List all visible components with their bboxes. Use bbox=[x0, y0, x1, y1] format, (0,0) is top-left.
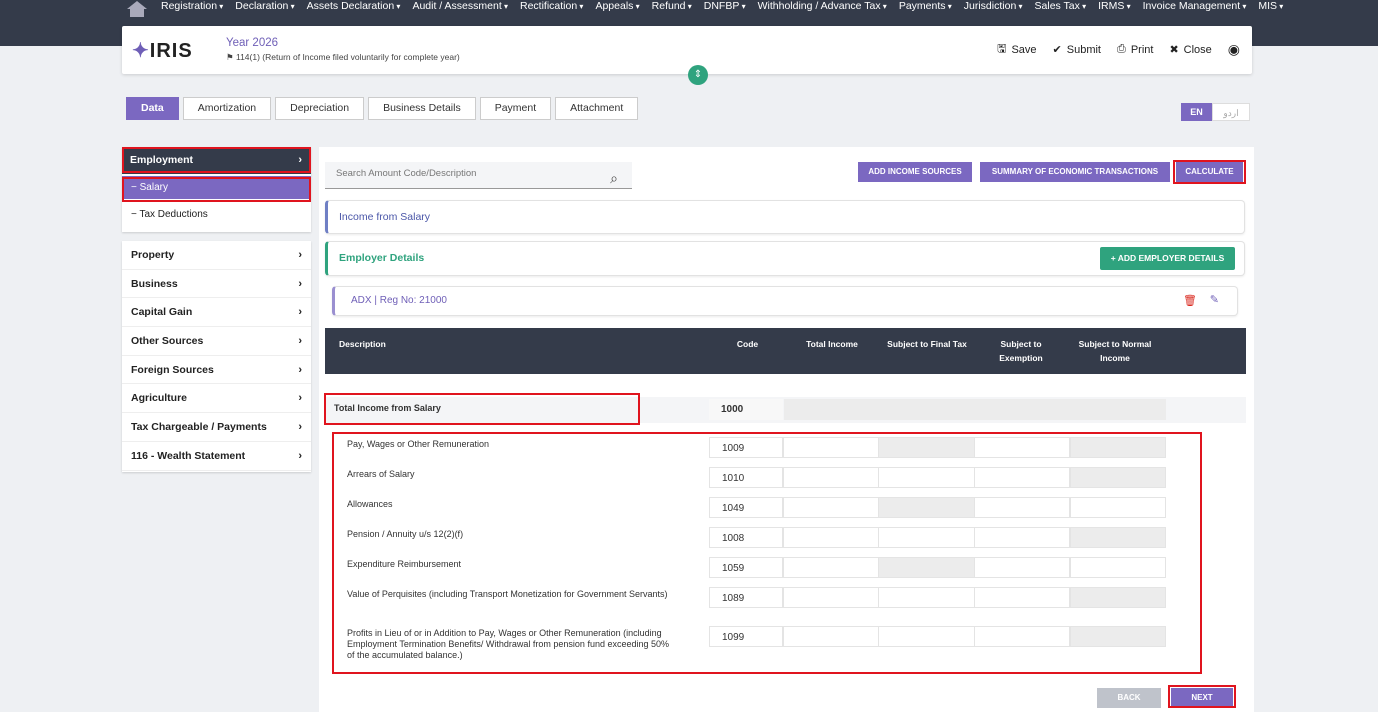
edit-icon[interactable]: ✎ bbox=[1210, 293, 1219, 306]
nav-item-7[interactable]: DNFBP bbox=[698, 0, 752, 13]
col-code: Code bbox=[736, 339, 759, 349]
print-button[interactable]: ⎙ Print bbox=[1117, 43, 1153, 56]
highlight-total bbox=[324, 393, 640, 425]
sidebar-item-3[interactable]: Other Sources › bbox=[122, 327, 311, 356]
nav-item-2[interactable]: Assets Declaration bbox=[301, 0, 407, 13]
sidebar-item-label: Foreign Sources bbox=[131, 363, 214, 376]
highlight-salary bbox=[122, 177, 311, 202]
section-title: Income from Salary bbox=[339, 211, 431, 223]
table-header: Description Code Total Income Subject to… bbox=[325, 328, 1246, 374]
tab-5[interactable]: Attachment bbox=[555, 97, 639, 120]
save-button[interactable]: 🖫 Save bbox=[997, 40, 1036, 59]
return-header: ✦IRIS Year 2026 ⚑ 114(1) (Return of Inco… bbox=[122, 26, 1252, 74]
search-icon: ⌕ bbox=[610, 170, 618, 186]
chevron-right-icon: › bbox=[298, 392, 302, 405]
sidebar-item-label: Capital Gain bbox=[131, 306, 193, 319]
employer-name: ADX | Reg No: 21000 bbox=[351, 295, 447, 306]
col-final-tax: Subject to Final Tax bbox=[887, 339, 967, 349]
sidebar-item-label: Tax Chargeable / Payments bbox=[131, 421, 267, 434]
iris-logo: ✦IRIS bbox=[132, 40, 193, 62]
nav-item-1[interactable]: Declaration bbox=[229, 0, 300, 13]
nav-item-9[interactable]: Payments bbox=[893, 0, 958, 13]
close-circle-icon: ✖ bbox=[1169, 44, 1179, 56]
delete-icon[interactable]: 🗑 bbox=[1183, 294, 1197, 307]
language-toggle: EN اردو bbox=[1181, 103, 1250, 121]
lang-ur-button[interactable]: اردو bbox=[1212, 103, 1250, 121]
chevron-right-icon: › bbox=[298, 249, 302, 261]
col-total-income: Total Income bbox=[806, 339, 858, 349]
close-button[interactable]: ✖ Close bbox=[1169, 43, 1211, 57]
sidebar-item-7[interactable]: 116 - Wealth Statement › bbox=[122, 442, 311, 471]
col-normal-income: Subject to Normal Income bbox=[1078, 339, 1152, 363]
collapse-toggle-icon[interactable]: ⇕ bbox=[688, 65, 708, 85]
sidebar-item-label: Property bbox=[131, 249, 175, 261]
sidebar-item-5[interactable]: Agriculture › bbox=[122, 384, 311, 414]
chevron-right-icon: › bbox=[298, 421, 302, 434]
home-icon[interactable] bbox=[126, 0, 148, 18]
col-description: Description bbox=[339, 339, 386, 349]
nav-item-3[interactable]: Audit / Assessment bbox=[406, 0, 514, 13]
total-code: 1000 bbox=[709, 399, 783, 420]
sidebar-item-2[interactable]: Capital Gain › bbox=[122, 298, 311, 328]
summary-transactions-button[interactable]: SUMMARY OF ECONOMIC TRANSACTIONS bbox=[980, 162, 1170, 182]
sidebar-item-label: Agriculture bbox=[131, 392, 188, 405]
add-income-sources-button[interactable]: ADD INCOME SOURCES bbox=[858, 162, 972, 182]
total-final-cell bbox=[877, 399, 974, 420]
nav-item-8[interactable]: Withholding / Advance Tax bbox=[752, 0, 893, 13]
tab-1[interactable]: Amortization bbox=[182, 97, 272, 120]
nav-item-11[interactable]: Sales Tax bbox=[1029, 0, 1093, 13]
col-exemption: Subject to Exemption bbox=[999, 339, 1043, 363]
floppy-icon: 🖫 bbox=[997, 43, 1007, 55]
sidebar-item-0[interactable]: Property › bbox=[122, 241, 311, 270]
user-icon[interactable]: ◉ bbox=[1228, 41, 1240, 58]
total-income-cell bbox=[784, 399, 877, 420]
sidebar-sections: Property › Business › Capital Gain › Other Sou… bbox=[122, 241, 311, 472]
add-employer-button[interactable]: + ADD EMPLOYER DETAILS bbox=[1100, 247, 1235, 270]
highlight-employment bbox=[122, 147, 311, 173]
highlight-calculate bbox=[1173, 160, 1246, 184]
back-button[interactable]: BACK bbox=[1097, 688, 1161, 708]
chevron-right-icon: › bbox=[298, 449, 302, 462]
sidebar-item-4[interactable]: Foreign Sources › bbox=[122, 356, 311, 385]
tab-4[interactable]: Payment bbox=[479, 97, 552, 120]
submit-button[interactable]: ✔ Submit bbox=[1052, 43, 1101, 57]
chevron-right-icon: › bbox=[298, 363, 302, 376]
sidebar-item-1[interactable]: Business › bbox=[122, 270, 311, 299]
tax-year: Year 2026 bbox=[226, 37, 279, 49]
employer-row: ADX | Reg No: 21000 🗑 ✎ bbox=[332, 286, 1238, 316]
nav-item-0[interactable]: Registration bbox=[155, 0, 229, 13]
tab-0[interactable]: Data bbox=[126, 97, 179, 120]
income-from-salary-section: Income from Salary bbox=[325, 200, 1245, 234]
nav-item-14[interactable]: MIS bbox=[1252, 0, 1289, 13]
highlight-next bbox=[1168, 685, 1236, 708]
sidebar-item-label: 116 - Wealth Statement bbox=[131, 449, 246, 462]
main-menu: RegistrationDeclarationAssets Declaratio… bbox=[155, 0, 1289, 13]
nav-item-13[interactable]: Invoice Management bbox=[1137, 0, 1253, 13]
nav-item-10[interactable]: Jurisdiction bbox=[958, 0, 1029, 13]
tab-3[interactable]: Business Details bbox=[368, 97, 476, 120]
nav-item-6[interactable]: Refund bbox=[646, 0, 698, 13]
chevron-right-icon: › bbox=[298, 306, 302, 319]
highlight-rows bbox=[332, 432, 1202, 674]
sidebar-item-label: Business bbox=[131, 277, 178, 290]
nav-item-12[interactable]: IRMS bbox=[1092, 0, 1137, 13]
sidebar-item-label: Other Sources bbox=[131, 335, 204, 348]
lang-en-button[interactable]: EN bbox=[1181, 103, 1212, 121]
return-type: ⚑ 114(1) (Return of Income filed volunta… bbox=[226, 52, 460, 62]
printer-icon: ⎙ bbox=[1117, 43, 1126, 55]
chevron-right-icon: › bbox=[298, 335, 302, 348]
return-tabs: Data Amortization Depreciation Business Det… bbox=[126, 97, 639, 120]
nav-item-4[interactable]: Rectification bbox=[514, 0, 589, 13]
sidebar-item-tax-deductions[interactable]: − Tax Deductions bbox=[122, 203, 311, 226]
sidebar-item-6[interactable]: Tax Chargeable / Payments › bbox=[122, 413, 311, 442]
chevron-right-icon: › bbox=[298, 277, 302, 290]
nav-item-5[interactable]: Appeals bbox=[589, 0, 645, 13]
check-circle-icon: ✔ bbox=[1052, 44, 1062, 56]
total-exempt-cell bbox=[974, 399, 1070, 420]
tab-2[interactable]: Depreciation bbox=[275, 97, 365, 120]
search-input[interactable]: Search Amount Code/Description ⌕ bbox=[325, 162, 632, 189]
total-normal-cell bbox=[1070, 399, 1166, 420]
